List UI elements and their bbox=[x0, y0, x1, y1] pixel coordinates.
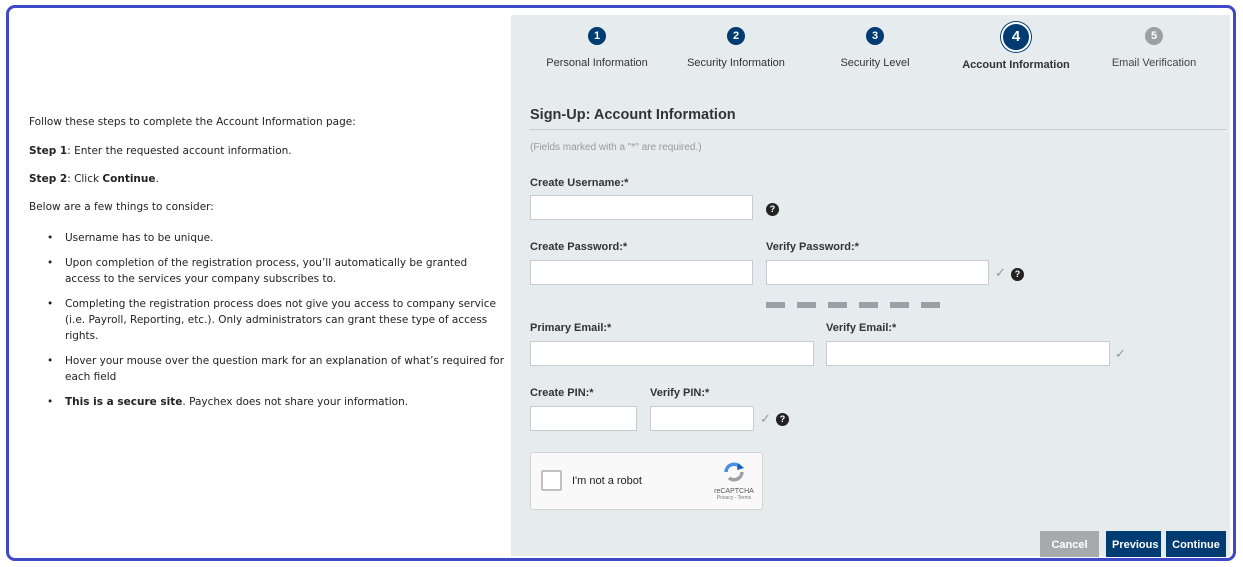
list-item: This is a secure site. Paychex does not … bbox=[29, 394, 505, 410]
step-number: 1 bbox=[588, 27, 606, 45]
secure-site-text: . Paychex does not share your informatio… bbox=[182, 396, 409, 408]
username-input[interactable] bbox=[530, 195, 753, 220]
step-label: Security Information bbox=[687, 57, 785, 69]
verify-email-label: Verify Email:* bbox=[826, 322, 897, 334]
question-circle-icon[interactable]: ? bbox=[776, 413, 789, 426]
question-circle-icon[interactable]: ? bbox=[1011, 268, 1024, 281]
step-label: Security Level bbox=[840, 57, 910, 69]
strength-bar bbox=[859, 302, 878, 308]
cancel-button[interactable]: Cancel bbox=[1040, 531, 1099, 557]
list-item: Hover your mouse over the question mark … bbox=[29, 353, 505, 385]
step-number: 3 bbox=[866, 27, 884, 45]
list-item: Username has to be unique. bbox=[29, 230, 505, 246]
step-email-verification: 5 Email Verification bbox=[1089, 27, 1219, 69]
step1-label: Step 1 bbox=[29, 145, 68, 157]
step2-label: Step 2 bbox=[29, 173, 68, 185]
primary-email-label: Primary Email:* bbox=[530, 322, 612, 334]
step-label: Personal Information bbox=[546, 57, 648, 69]
checkmark-icon: ✓ bbox=[1115, 346, 1126, 361]
step-label: Email Verification bbox=[1111, 57, 1197, 69]
form-title: Sign-Up: Account Information bbox=[530, 107, 736, 123]
strength-bar bbox=[828, 302, 847, 308]
strength-bar bbox=[921, 302, 940, 308]
username-label: Create Username:* bbox=[530, 177, 629, 189]
verify-email-input[interactable] bbox=[826, 341, 1110, 366]
considerations-list: Username has to be unique. Upon completi… bbox=[29, 230, 505, 419]
step-account-information: 4 Account Information bbox=[951, 22, 1081, 71]
pin-input[interactable] bbox=[530, 406, 637, 431]
list-item: Completing the registration process does… bbox=[29, 296, 505, 344]
instructions-step1: Step 1: Enter the requested account info… bbox=[29, 145, 292, 157]
checkmark-icon: ✓ bbox=[760, 411, 771, 426]
recaptcha-brand: reCAPTCHA bbox=[714, 488, 754, 495]
verify-pin-label: Verify PIN:* bbox=[650, 387, 710, 399]
step1-text: : Enter the requested account informatio… bbox=[67, 145, 292, 157]
step-number: 2 bbox=[727, 27, 745, 45]
step-number: 4 bbox=[1001, 22, 1031, 52]
recaptcha-icon bbox=[724, 462, 744, 482]
verify-password-label: Verify Password:* bbox=[766, 241, 859, 253]
instructions-step2: Step 2: Click Continue. bbox=[29, 173, 159, 185]
step-security-information: 2 Security Information bbox=[671, 27, 801, 69]
step2-end: . bbox=[155, 173, 159, 185]
required-note: (Fields marked with a "*" are required.) bbox=[530, 142, 702, 153]
checkmark-icon: ✓ bbox=[995, 265, 1006, 280]
password-strength-meter bbox=[766, 295, 952, 313]
step-security-level: 3 Security Level bbox=[810, 27, 940, 69]
step-personal-information: 1 Personal Information bbox=[532, 27, 662, 69]
main-frame: Follow these steps to complete the Accou… bbox=[6, 5, 1236, 561]
recaptcha-checkbox[interactable] bbox=[541, 470, 562, 491]
secure-site-bold: This is a secure site bbox=[65, 396, 183, 408]
verify-pin-input[interactable] bbox=[650, 406, 754, 431]
title-divider bbox=[530, 129, 1227, 130]
list-item: Upon completion of the registration proc… bbox=[29, 255, 505, 287]
instructions-intro: Follow these steps to complete the Accou… bbox=[29, 116, 356, 128]
recaptcha-terms[interactable]: Privacy - Terms bbox=[709, 495, 759, 501]
step-label: Account Information bbox=[962, 59, 1070, 71]
previous-button[interactable]: Previous bbox=[1106, 531, 1161, 557]
continue-button[interactable]: Continue bbox=[1166, 531, 1226, 557]
step2-bold: Continue bbox=[102, 173, 156, 185]
password-input[interactable] bbox=[530, 260, 753, 285]
recaptcha-label: I'm not a robot bbox=[572, 475, 642, 487]
primary-email-input[interactable] bbox=[530, 341, 814, 366]
strength-bar bbox=[766, 302, 785, 308]
step2-text: : Click bbox=[67, 173, 103, 185]
strength-bar bbox=[890, 302, 909, 308]
recaptcha-widget: I'm not a robot reCAPTCHA Privacy - Term… bbox=[530, 452, 763, 510]
verify-password-input[interactable] bbox=[766, 260, 989, 285]
step-number: 5 bbox=[1145, 27, 1163, 45]
signup-panel: 1 Personal Information 2 Security Inform… bbox=[511, 15, 1230, 557]
pin-label: Create PIN:* bbox=[530, 387, 594, 399]
strength-bar bbox=[797, 302, 816, 308]
question-circle-icon[interactable]: ? bbox=[766, 203, 779, 216]
password-label: Create Password:* bbox=[530, 241, 628, 253]
recaptcha-logo: reCAPTCHA Privacy - Terms bbox=[709, 461, 759, 501]
instructions-consider: Below are a few things to consider: bbox=[29, 201, 214, 213]
